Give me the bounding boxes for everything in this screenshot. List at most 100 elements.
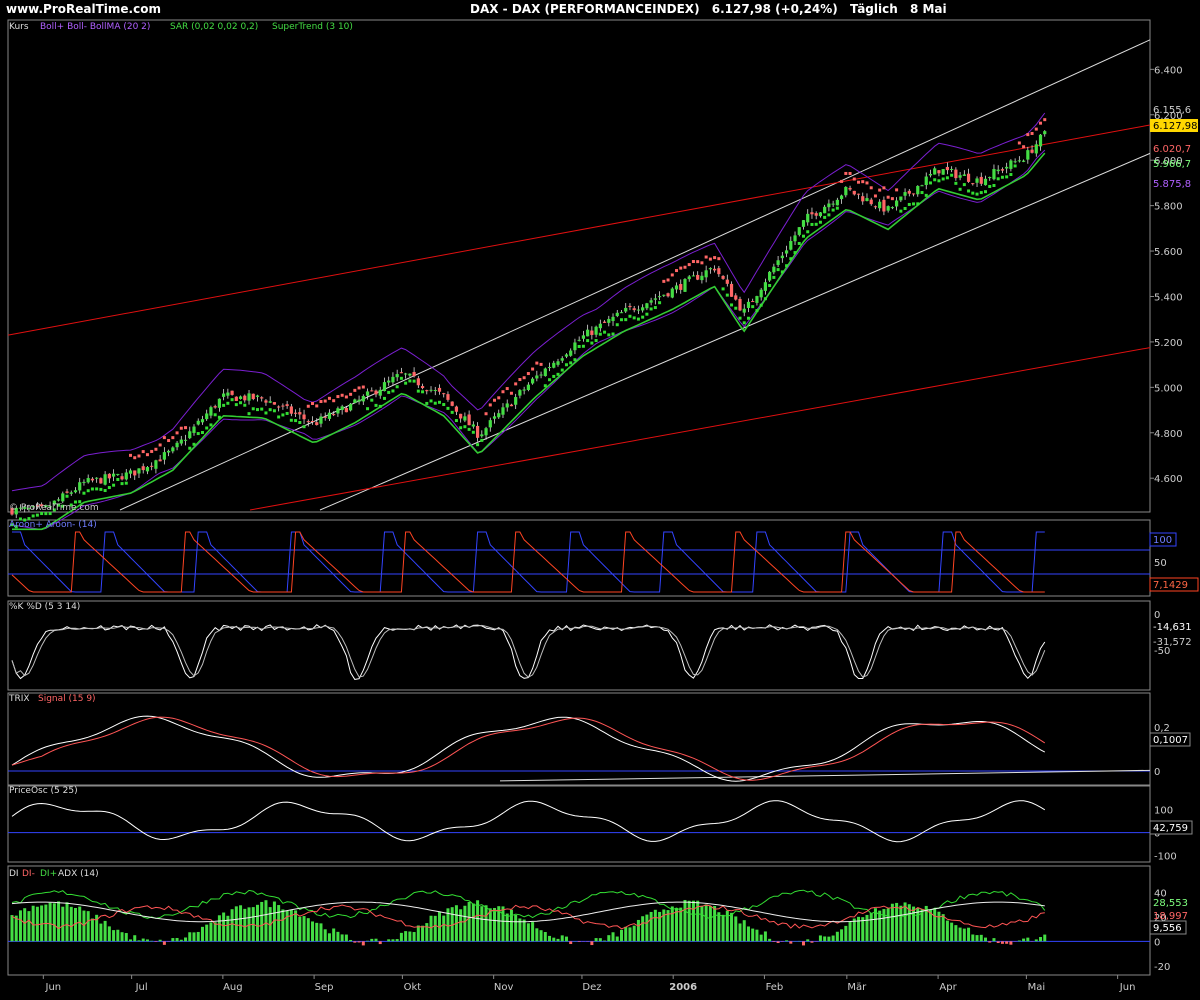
sar-dot — [154, 447, 158, 451]
sar-dot — [323, 399, 327, 403]
candle-body — [247, 393, 251, 401]
price-tick-label: 5.200 — [1154, 338, 1183, 349]
legend-priceosc: PriceOsc (5 25) — [9, 786, 78, 796]
dmi-hist-bar — [298, 916, 302, 942]
sar-dot — [480, 438, 484, 442]
dmi-hist-bar — [840, 929, 844, 942]
dmi-hist-bar — [869, 913, 873, 942]
sar-dot — [332, 399, 336, 403]
candle-body — [205, 413, 209, 420]
candle-body — [666, 293, 670, 297]
sar-dot — [848, 171, 852, 175]
dmi-hist-bar — [65, 902, 69, 942]
sar-dot — [603, 330, 607, 334]
dmi-tick-label: 0 — [1154, 937, 1160, 948]
bollinger-upper — [11, 112, 1046, 492]
sar-dot — [1009, 173, 1013, 177]
candle-body — [615, 312, 619, 317]
candle-body — [835, 199, 839, 206]
sar-dot — [336, 395, 340, 399]
sar-dot — [785, 264, 789, 268]
candle-body — [526, 384, 530, 391]
dmi-hist-bar — [941, 914, 945, 942]
sar-dot — [958, 187, 962, 191]
sar-dot — [107, 486, 111, 490]
adx-line — [11, 901, 1045, 923]
dmi-hist-bar — [937, 911, 941, 942]
candle-body — [213, 406, 217, 408]
dmi-hist-bar — [721, 914, 725, 942]
candle-body — [996, 169, 1000, 172]
candle-body — [332, 414, 336, 416]
posc-tick-label: 100 — [1154, 806, 1173, 817]
price-tick-label: 6.400 — [1154, 65, 1183, 76]
dmi-hist-bar — [370, 938, 374, 942]
dmi-hist-bar — [522, 919, 526, 942]
candle-body — [581, 335, 585, 339]
sar-dot — [598, 332, 602, 336]
candle-body — [890, 207, 894, 209]
sar-dot — [289, 418, 293, 422]
sar-dot — [569, 361, 573, 365]
sar-dot — [658, 301, 662, 305]
candle-body — [729, 283, 734, 297]
candle-body — [560, 358, 564, 361]
dmi-hist-bar — [289, 909, 293, 942]
legend-trix: TRIX — [8, 694, 30, 704]
sar-dot — [99, 487, 103, 491]
trix-tick-label: 0 — [1154, 767, 1160, 778]
candle-body — [141, 466, 145, 471]
sar-dot — [484, 412, 488, 416]
dmi-hist-bar — [611, 932, 615, 942]
x-tick-label: Feb — [766, 982, 784, 993]
sar-dot — [950, 173, 954, 177]
sar-dot — [433, 401, 437, 405]
dmi-hist-bar — [844, 925, 848, 942]
sar-dot — [873, 194, 877, 198]
candle-body — [598, 323, 602, 329]
candle-body — [543, 368, 547, 377]
candle-body — [645, 303, 649, 309]
dmi-hist-bar — [86, 911, 90, 942]
candle-body — [192, 426, 196, 433]
candle-body — [171, 447, 175, 452]
candle-body — [450, 401, 454, 406]
candle-body — [928, 173, 933, 176]
sar-dot — [493, 398, 497, 402]
panel-frame-price — [7, 19, 1151, 513]
dmi-hist-bar — [311, 921, 315, 942]
dmi-hist-bar — [967, 927, 971, 942]
dmi-hist-bar — [336, 931, 340, 942]
dmi-hist-bar — [264, 900, 268, 942]
dmi-hist-bar — [598, 938, 602, 942]
sar-dot — [268, 408, 272, 412]
dmi-hist-bar — [61, 906, 65, 942]
sar-dot — [852, 177, 856, 181]
sar-dot — [903, 206, 907, 210]
dmi-hist-bar — [14, 915, 18, 942]
sar-dot — [1022, 145, 1026, 149]
sar-dot — [780, 270, 784, 274]
panel-frame-stoch — [7, 600, 1151, 691]
stoch-tick-label: 0 — [1154, 610, 1160, 621]
dmi-hist-bar — [171, 938, 175, 942]
dmi-hist-bar — [636, 919, 640, 942]
dmi-hist-bar — [107, 926, 111, 942]
candle-body — [1000, 169, 1005, 171]
candle-body — [713, 268, 717, 271]
sar-dot — [916, 202, 920, 206]
dmi-hist-bar — [150, 940, 154, 942]
candle-body — [289, 406, 293, 414]
candle-body — [145, 467, 150, 472]
candle-body — [361, 395, 365, 402]
candle-body — [806, 213, 810, 223]
sar-dot — [971, 191, 975, 195]
candle-body — [632, 308, 636, 311]
sar-dot — [962, 183, 966, 187]
dmi-hist-bar — [751, 928, 755, 942]
candle-body — [983, 178, 988, 186]
sar-dot — [404, 381, 408, 385]
candle-body — [679, 283, 683, 290]
dmi-hist-bar — [353, 941, 357, 943]
sar-dot — [205, 426, 209, 430]
